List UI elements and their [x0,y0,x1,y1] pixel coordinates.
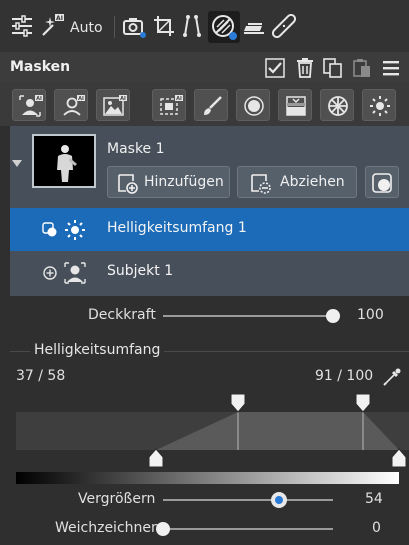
object-ai-icon: AI [160,95,183,115]
opacity-label: Deckkraft [88,307,156,323]
range-handle-bottom-low[interactable] [148,448,164,468]
opacity-slider-knob[interactable] [326,309,340,323]
opacity-value[interactable]: 100 [357,307,384,323]
collapse-caret-icon[interactable] [12,160,22,167]
person-ai-icon: AI [19,95,43,117]
feather-value[interactable]: 0 [372,520,381,536]
mask-component-row-luminance[interactable]: Helligkeitsumfang 1 [10,208,409,251]
auto-wand-icon[interactable]: AI [40,14,64,38]
bandage-icon[interactable] [272,14,296,38]
luminance-section-title: Helligkeitsumfang [30,342,165,358]
add-mask-icon [118,174,138,194]
auto-button[interactable]: Auto [70,20,103,36]
luminance-range-graph[interactable] [16,412,409,450]
crop-icon[interactable] [152,14,176,38]
checkmark-icon[interactable] [264,57,286,79]
linear-gradient-icon [286,96,306,116]
select-sky-button[interactable]: AI [96,89,130,121]
luminance-low-range: 37 / 58 [16,368,66,384]
eyedropper-icon[interactable] [382,367,402,387]
transform-icon[interactable] [180,14,204,38]
menu-icon[interactable] [380,57,402,79]
brush-button[interactable] [194,89,228,121]
svg-text:AI: AI [36,96,42,102]
feather-label: Weichzeichnen [55,520,160,536]
mask-type-bar: AI AI AI AI [0,82,409,126]
masking-icon [212,15,237,40]
toolbar-divider [114,16,115,38]
mask-preview-image [34,136,94,186]
component-label: Helligkeitsumfang 1 [107,220,247,236]
masks-panel-header: Masken [0,52,409,82]
mask-list: Maske 1 Hinzufügen Abziehen Helligkeitsu… [10,126,409,296]
feather-slider-track[interactable] [163,528,333,530]
landscape-ai-icon: AI [103,95,127,116]
ai-badge: AI [56,15,63,22]
subject-component-icon [64,262,86,284]
radial-gradient-button[interactable] [236,89,270,121]
intersect-icon [372,173,392,193]
radial-gradient-icon [244,96,264,116]
component-overlay-icon [42,222,57,237]
linear-gradient-button[interactable] [278,89,312,121]
color-range-icon [328,96,348,116]
expand-value[interactable]: 54 [365,491,383,507]
svg-text:AI: AI [176,96,182,102]
mask-component-row-subject[interactable]: Subjekt 1 [10,251,409,294]
people-ai-icon: AI [63,95,85,116]
expand-label: Vergrößern [78,491,156,507]
add-component-button[interactable]: Hinzufügen [107,166,230,198]
intersect-button[interactable] [365,166,399,198]
luminance-range-icon [370,96,390,116]
luminance-gradient-bar [16,472,399,484]
range-handle-top-high[interactable] [355,393,371,413]
brush-icon [204,96,222,115]
object-select-button[interactable]: AI [152,89,186,121]
luminance-component-icon [65,220,85,240]
trash-icon[interactable] [294,57,316,79]
component-label: Subjekt 1 [107,263,174,279]
subtract-component-button[interactable]: Abziehen [237,166,357,198]
paste-icon[interactable] [351,57,373,79]
select-people-button[interactable]: AI [54,89,88,121]
panel-title: Masken [10,59,71,75]
top-toolbar: AI Auto [0,0,409,52]
duplicate-icon[interactable] [322,57,344,79]
mask-thumbnail[interactable] [32,134,96,188]
select-subject-button[interactable]: AI [12,89,46,121]
camera-icon[interactable] [122,14,146,38]
masking-tool-button[interactable] [208,11,240,43]
range-handle-top-low[interactable] [230,393,246,413]
expand-slider-knob[interactable] [271,492,288,508]
range-handle-bottom-high[interactable] [391,448,407,468]
subtract-label: Abziehen [280,174,345,190]
subtract-mask-icon [251,174,271,194]
add-label: Hinzufügen [144,174,224,190]
sliders-icon[interactable] [10,14,34,38]
feather-slider-knob[interactable] [156,522,170,536]
expand-slider-track[interactable] [163,499,333,501]
luminance-high-range: 91 / 100 [315,368,374,384]
color-range-button[interactable] [320,89,354,121]
luminance-range-button[interactable] [362,89,396,121]
mask-name[interactable]: Maske 1 [107,141,165,157]
add-mode-icon [43,266,57,280]
opacity-slider-track[interactable] [163,315,333,317]
healing-icon[interactable] [242,14,266,38]
svg-text:AI: AI [78,96,84,102]
svg-text:AI: AI [120,96,126,102]
